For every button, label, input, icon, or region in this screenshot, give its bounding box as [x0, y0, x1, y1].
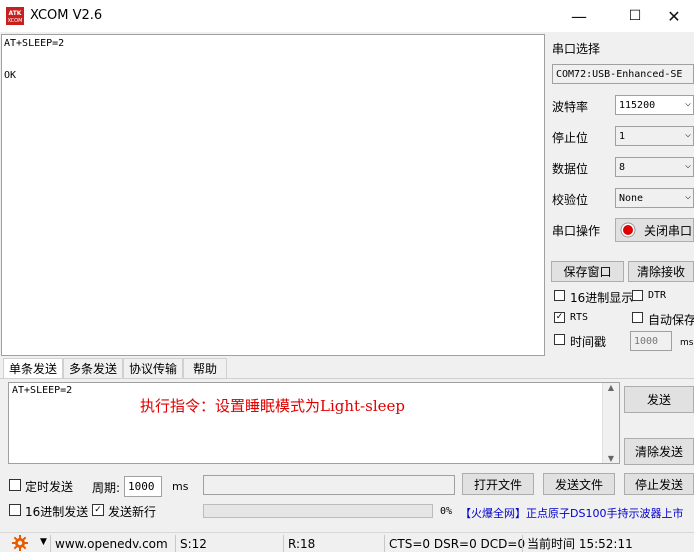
maximize-button[interactable]: ☐ — [612, 0, 658, 32]
send-newline-checkbox[interactable]: ✓ — [92, 504, 104, 516]
status-recv-count: R:18 — [283, 535, 384, 552]
checkmark-icon: ✓ — [94, 504, 102, 515]
port-select[interactable]: COM72:USB-Enhanced-SE — [552, 64, 694, 84]
scroll-down-icon: ▼ — [607, 454, 615, 463]
minimize-button[interactable]: — — [556, 0, 602, 32]
hex-display-label: 16进制显示 — [570, 291, 634, 305]
send-newline-label: 发送新行 — [108, 505, 157, 519]
send-button[interactable]: 发送 — [624, 386, 694, 413]
send-file-button[interactable]: 发送文件 — [543, 473, 615, 495]
timed-send-checkbox[interactable] — [9, 479, 21, 491]
tab-multi-send[interactable]: 多条发送 — [63, 358, 123, 378]
progress-text: 0% — [440, 506, 453, 517]
baud-label: 波特率 — [552, 100, 589, 114]
baud-select[interactable]: 115200 ⌵ — [615, 95, 694, 115]
ad-link[interactable]: 【火爆全网】正点原子DS100手持示波器上市 — [460, 505, 694, 521]
parity-value: None — [619, 192, 644, 204]
rts-checkbox[interactable]: ✓ — [554, 312, 565, 323]
status-line-state: CTS=0 DSR=0 DCD=0 — [384, 535, 525, 552]
clear-receive-button[interactable]: 清除接收 — [628, 261, 694, 282]
period-input[interactable]: 1000 — [124, 476, 162, 497]
databits-label: 数据位 — [552, 162, 589, 176]
hex-display-checkbox[interactable] — [554, 290, 565, 301]
stop-send-button[interactable]: 停止发送 — [624, 473, 694, 495]
send-text: AT+SLEEP=2 — [12, 385, 73, 396]
close-port-label: 关闭串口 — [644, 223, 693, 238]
databits-select[interactable]: 8 ⌵ — [615, 157, 694, 177]
port-select-label: 串口选择 — [552, 42, 601, 56]
status-bar: ▼ www.openedv.com S:12 R:18 CTS=0 DSR=0 … — [0, 532, 694, 552]
window-title: XCOM V2.6 — [30, 8, 103, 23]
open-file-button[interactable]: 打开文件 — [462, 473, 534, 495]
svg-text:XCOM: XCOM — [8, 18, 23, 24]
send-progress-bar — [203, 504, 433, 518]
stopbits-label: 停止位 — [552, 131, 589, 145]
period-value: 1000 — [128, 480, 155, 493]
gear-icon[interactable] — [12, 535, 28, 551]
file-path-input[interactable] — [203, 475, 455, 495]
minimize-icon: — — [571, 6, 587, 26]
port-op-label: 串口操作 — [552, 224, 601, 238]
chevron-down-icon: ⌵ — [684, 160, 691, 171]
timed-send-label: 定时发送 — [25, 480, 74, 494]
period-unit: ms — [172, 480, 189, 493]
parity-label: 校验位 — [552, 193, 589, 207]
chevron-down-icon: ⌵ — [684, 191, 691, 202]
receive-line: AT+SLEEP=2 — [4, 38, 65, 49]
auto-save-checkbox[interactable] — [632, 312, 643, 323]
chevron-down-icon: ⌵ — [684, 129, 691, 140]
record-dot-icon — [620, 222, 636, 238]
send-scrollbar[interactable]: ▲ ▼ — [602, 383, 619, 463]
status-url[interactable]: www.openedv.com — [50, 535, 175, 552]
app-logo-icon: ATK XCOM — [6, 7, 24, 25]
close-icon: ✕ — [667, 6, 681, 26]
svg-text:ATK: ATK — [9, 10, 22, 17]
status-time: 当前时间 15:52:11 — [522, 535, 694, 552]
timestamp-label: 时间戳 — [570, 335, 607, 349]
timestamp-checkbox[interactable] — [554, 334, 565, 345]
port-value: COM72:USB-Enhanced-SE — [556, 68, 683, 80]
hex-send-checkbox[interactable] — [9, 504, 21, 516]
tab-protocol[interactable]: 协议传输 — [123, 358, 183, 378]
dtr-label: DTR — [648, 290, 667, 301]
chevron-down-icon: ⌵ — [684, 98, 691, 109]
databits-value: 8 — [619, 161, 626, 173]
clear-send-button[interactable]: 清除发送 — [624, 438, 694, 465]
period-label: 周期: — [92, 481, 121, 495]
rts-label: RTS — [570, 312, 589, 323]
auto-save-label: 自动保存 — [648, 313, 694, 327]
close-port-button[interactable]: 关闭串口 — [615, 218, 694, 242]
maximize-icon: ☐ — [628, 8, 642, 24]
status-sent-count: S:12 — [175, 535, 284, 552]
gear-dropdown-icon[interactable]: ▼ — [40, 537, 47, 547]
tab-single-send[interactable]: 单条发送 — [3, 358, 63, 378]
timestamp-value: 1000 — [634, 335, 659, 347]
save-window-button[interactable]: 保存窗口 — [551, 261, 624, 282]
dtr-checkbox[interactable] — [632, 290, 643, 301]
close-button[interactable]: ✕ — [654, 0, 694, 32]
hex-send-label: 16进制发送 — [25, 505, 89, 519]
baud-value: 115200 — [619, 99, 656, 111]
send-textarea[interactable]: AT+SLEEP=2 执行指令：设置睡眠模式为Light-sleep ▲ ▼ — [8, 382, 620, 464]
annotation-text: 执行指令：设置睡眠模式为Light-sleep — [140, 397, 405, 415]
title-bar: ATK XCOM XCOM V2.6 — ☐ ✕ — [0, 0, 694, 32]
timestamp-unit: ms — [680, 338, 694, 348]
parity-select[interactable]: None ⌵ — [615, 188, 694, 208]
checkmark-icon: ✓ — [555, 312, 564, 322]
timestamp-input[interactable]: 1000 — [630, 331, 672, 351]
tab-help[interactable]: 帮助 — [183, 358, 227, 378]
stopbits-select[interactable]: 1 ⌵ — [615, 126, 694, 146]
stopbits-value: 1 — [619, 130, 626, 142]
receive-line: OK — [4, 70, 17, 81]
receive-textarea[interactable]: AT+SLEEP=2 OK — [1, 34, 545, 356]
scroll-up-icon: ▲ — [607, 383, 615, 392]
